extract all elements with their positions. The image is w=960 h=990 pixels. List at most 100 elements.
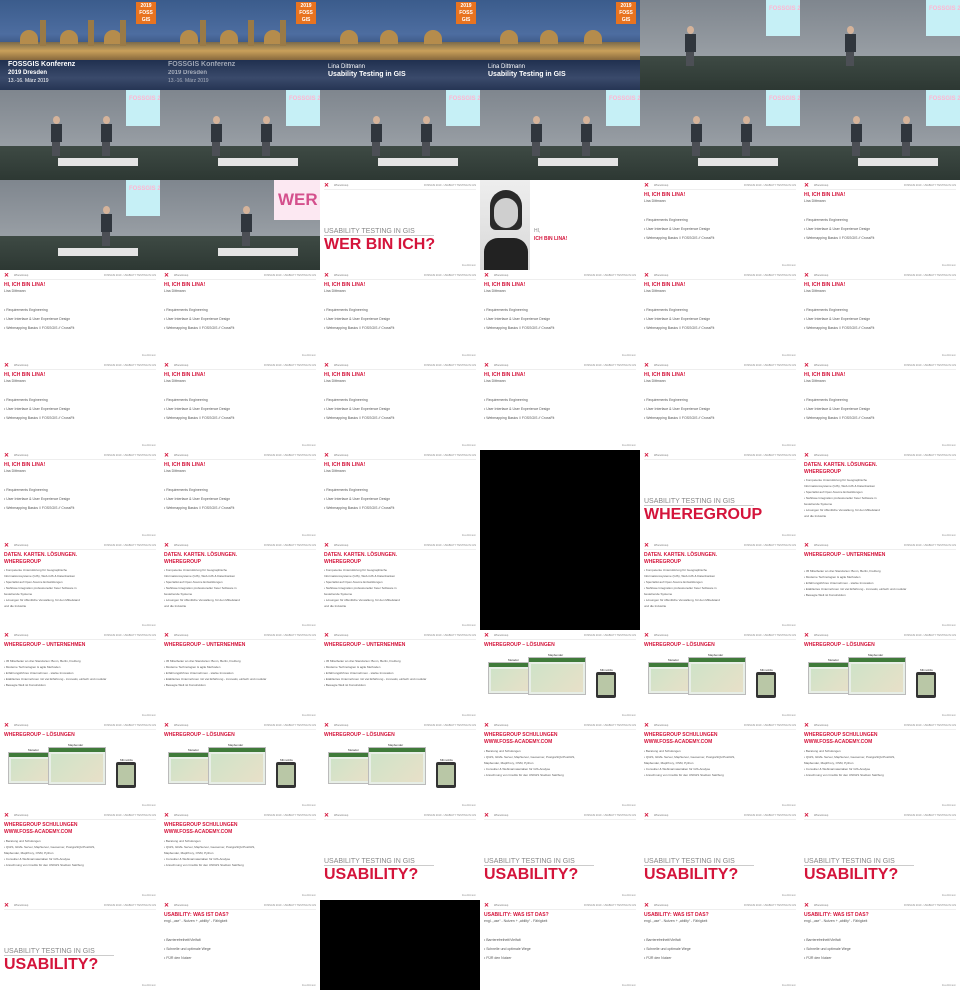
- wheregroup-logo-icon: ✕: [804, 453, 810, 459]
- bullet-3: • FÜR den Nutzer: [804, 956, 832, 960]
- thumbnail-kicker-usability[interactable]: ✕ WhereGroup FOSSGIS 2019 - USABILITY TEST…: [0, 900, 160, 990]
- thumbnail-title-speaker[interactable]: 2019 FOSS GIS Lina Dittmann Usability Testi…: [480, 0, 640, 90]
- bullet-3: • Webmapping Basics // FOSSGIS // CrossF…: [804, 326, 875, 330]
- thumbnail-schulungen[interactable]: ✕ WhereGroup FOSSGIS 2019 - USABILITY TEST…: [800, 720, 960, 810]
- thumbnail-schulungen[interactable]: ✕ WhereGroup FOSSGIS 2019 - USABILITY TEST…: [640, 720, 800, 810]
- header-talk-title: FOSSGIS 2019 - USABILITY TESTING IN GIS: [423, 184, 476, 187]
- thumbnail-blank[interactable]: [320, 900, 480, 990]
- thumbnail-kicker-usability[interactable]: ✕ WhereGroup FOSSGIS 2019 - USABILITY TEST…: [640, 810, 800, 900]
- thumbnail-was-ist-das[interactable]: ✕ WhereGroup FOSSGIS 2019 - USABILITY TEST…: [480, 900, 640, 990]
- thumbnail-hi-lina[interactable]: ✕ WhereGroup FOSSGIS 2019 - USABILITY TEST…: [800, 270, 960, 360]
- thumbnail-title-conf-fade[interactable]: 2019 FOSS GIS FOSSGIS Konferenz 2019 Dresde…: [160, 0, 320, 90]
- thumbnail-daten[interactable]: ✕ WhereGroup FOSSGIS 2019 - USABILITY TEST…: [640, 540, 800, 630]
- speaker-table: [858, 158, 938, 166]
- thumbnail-hi-lina[interactable]: ✕ WhereGroup FOSSGIS 2019 - USABILITY TEST…: [320, 450, 480, 540]
- slide-kicker: USABILITY TESTING IN GIS: [484, 858, 575, 865]
- thumbnail-video-b[interactable]: FOSSGIS 20: [640, 90, 800, 180]
- slide-header: ✕ WhereGroup FOSSGIS 2019 - USABILITY TEST…: [484, 902, 636, 910]
- header-logo-text: WhereGroup: [494, 724, 509, 727]
- person-body: [851, 124, 862, 142]
- thumbnail-video-b[interactable]: FOSSGIS 20: [0, 90, 160, 180]
- thumbnail-unternehmen[interactable]: ✕ WhereGroup FOSSGIS 2019 - USABILITY TEST…: [320, 630, 480, 720]
- thumbnail-kicker-usability[interactable]: ✕ WhereGroup FOSSGIS 2019 - USABILITY TEST…: [320, 810, 480, 900]
- bullet-1: • Requirements Engineering: [4, 488, 48, 492]
- thumbnail-hi-lina[interactable]: ✕ WhereGroup FOSSGIS 2019 - USABILITY TEST…: [320, 360, 480, 450]
- thumbnail-unternehmen[interactable]: ✕ WhereGroup FOSSGIS 2019 - USABILITY TEST…: [160, 630, 320, 720]
- thumbnail-blank[interactable]: [480, 450, 640, 540]
- thumbnail-daten[interactable]: ✕ WhereGroup FOSSGIS 2019 - USABILITY TEST…: [320, 540, 480, 630]
- slide-heading: HI, ICH BIN LINA!: [804, 372, 846, 378]
- thumbnail-title-conf[interactable]: 2019 FOSS GIS FOSSGIS Konferenz 2019 Dresde…: [0, 0, 160, 90]
- slide-header: ✕ WhereGroup FOSSGIS 2019 - USABILITY TEST…: [324, 362, 476, 370]
- thumbnail-hi-lina[interactable]: ✕ WhereGroup FOSSGIS 2019 - USABILITY TEST…: [0, 360, 160, 450]
- thumbnail-loesungen[interactable]: ✕ WhereGroup FOSSGIS 2019 - USABILITY TEST…: [160, 720, 320, 810]
- thumbnail-video-b[interactable]: FOSSGIS 20: [800, 90, 960, 180]
- thumbnail-was-ist-das[interactable]: ✕ WhereGroup FOSSGIS 2019 - USABILITY TEST…: [160, 900, 320, 990]
- thumbnail-video-c[interactable]: FOSSGIS 20: [0, 180, 160, 270]
- person-body: [421, 124, 432, 142]
- thumbnail-video-a[interactable]: FOSSGIS 2019: [800, 0, 960, 90]
- thumbnail-hi-lina[interactable]: ✕ WhereGroup FOSSGIS 2019 - USABILITY TEST…: [800, 360, 960, 450]
- thumbnail-title-speaker[interactable]: 2019 FOSS GIS Lina Dittmann Usability Testi…: [320, 0, 480, 90]
- thumbnail-daten[interactable]: ✕ WhereGroup FOSSGIS 2019 - USABILITY TEST…: [160, 540, 320, 630]
- thumbnail-hi-lina[interactable]: ✕ WhereGroup FOSSGIS 2019 - USABILITY TEST…: [0, 270, 160, 360]
- thumbnail-video-b[interactable]: FOSSGIS 20: [320, 90, 480, 180]
- thumbnail-schulungen[interactable]: ✕ WhereGroup FOSSGIS 2019 - USABILITY TEST…: [160, 810, 320, 900]
- slide-header: ✕ WhereGroup FOSSGIS 2019 - USABILITY TEST…: [644, 272, 796, 280]
- thumbnail-schulungen[interactable]: ✕ WhereGroup FOSSGIS 2019 - USABILITY TEST…: [480, 720, 640, 810]
- thumbnail-kicker-usability[interactable]: ✕ WhereGroup FOSSGIS 2019 - USABILITY TEST…: [480, 810, 640, 900]
- header-logo-text: WhereGroup: [494, 364, 509, 367]
- bullet-3: • Webmapping Basics // FOSSGIS // CrossF…: [484, 416, 555, 420]
- slide-footer: lina.dittmann: [781, 804, 796, 807]
- slide-subheading: WHEREGROUP: [164, 559, 201, 565]
- person-legs: [52, 142, 60, 156]
- thumbnail-kicker-usability[interactable]: ✕ WhereGroup FOSSGIS 2019 - USABILITY TEST…: [800, 810, 960, 900]
- thumbnail-kicker-wer[interactable]: ✕ WhereGroup FOSSGIS 2019 - USABILITY TEST…: [320, 180, 480, 270]
- thumbnail-hi-lina[interactable]: ✕ WhereGroup FOSSGIS 2019 - USABILITY TEST…: [0, 450, 160, 540]
- thumbnail-portrait[interactable]: HI, ICH BIN LINA!: [480, 180, 640, 270]
- thumbnail-video-wer[interactable]: WER: [160, 180, 320, 270]
- thumbnail-daten[interactable]: ✕ WhereGroup FOSSGIS 2019 - USABILITY TEST…: [0, 540, 160, 630]
- thumbnail-hi-lina[interactable]: ✕ WhereGroup FOSSGIS 2019 - USABILITY TEST…: [160, 450, 320, 540]
- thumbnail-hi-lina[interactable]: ✕ WhereGroup FOSSGIS 2019 - USABILITY TEST…: [320, 270, 480, 360]
- thumbnail-loesungen[interactable]: ✕ WhereGroup FOSSGIS 2019 - USABILITY TEST…: [480, 630, 640, 720]
- thumbnail-schulungen[interactable]: ✕ WhereGroup FOSSGIS 2019 - USABILITY TEST…: [0, 810, 160, 900]
- thumbnail-was-ist-das[interactable]: ✕ WhereGroup FOSSGIS 2019 - USABILITY TEST…: [640, 900, 800, 990]
- slide-heading: HI, ICH BIN LINA!: [164, 282, 206, 288]
- slide-header: ✕ WhereGroup FOSSGIS 2019 - USABILITY TEST…: [4, 722, 156, 730]
- thumbnail-daten[interactable]: ✕ WhereGroup FOSSGIS 2019 - USABILITY TEST…: [800, 450, 960, 540]
- speaker-figure: [370, 116, 382, 156]
- thumbnail-loesungen[interactable]: ✕ WhereGroup FOSSGIS 2019 - USABILITY TEST…: [800, 630, 960, 720]
- thumbnail-blank[interactable]: [480, 540, 640, 630]
- bullet-3: • Webmapping Basics // FOSSGIS // CrossF…: [484, 326, 555, 330]
- thumbnail-was-ist-das[interactable]: ✕ WhereGroup FOSSGIS 2019 - USABILITY TEST…: [800, 900, 960, 990]
- slide-footer: lina.dittmann: [301, 894, 316, 897]
- projection-screen: FOSSGIS 2019: [766, 0, 800, 36]
- thumbnail-hi-lina[interactable]: ✕ WhereGroup FOSSGIS 2019 - USABILITY TEST…: [160, 360, 320, 450]
- slide-kicker: USABILITY TESTING IN GIS: [324, 858, 415, 865]
- slide-header: ✕ WhereGroup FOSSGIS 2019 - USABILITY TEST…: [4, 812, 156, 820]
- thumbnail-video-b[interactable]: FOSSGIS 20: [480, 90, 640, 180]
- person-legs: [582, 142, 590, 156]
- projection-screen: FOSSGIS 20: [286, 90, 320, 126]
- thumbnail-hi-lina[interactable]: ✕ WhereGroup FOSSGIS 2019 - USABILITY TEST…: [640, 180, 800, 270]
- thumbnail-hi-lina[interactable]: ✕ WhereGroup FOSSGIS 2019 - USABILITY TEST…: [640, 360, 800, 450]
- thumbnail-hi-lina[interactable]: ✕ WhereGroup FOSSGIS 2019 - USABILITY TEST…: [640, 270, 800, 360]
- map-view: [491, 669, 531, 691]
- slide-footer: lina.dittmann: [941, 534, 956, 537]
- thumbnail-hi-lina[interactable]: ✕ WhereGroup FOSSGIS 2019 - USABILITY TEST…: [480, 360, 640, 450]
- thumbnail-loesungen[interactable]: ✕ WhereGroup FOSSGIS 2019 - USABILITY TEST…: [0, 720, 160, 810]
- thumbnail-kicker-wheregroup[interactable]: ✕ WhereGroup FOSSGIS 2019 - USABILITY TEST…: [640, 450, 800, 540]
- screenshot-mapbender: [368, 747, 426, 785]
- thumbnail-hi-lina[interactable]: ✕ WhereGroup FOSSGIS 2019 - USABILITY TEST…: [800, 180, 960, 270]
- thumbnail-hi-lina[interactable]: ✕ WhereGroup FOSSGIS 2019 - USABILITY TEST…: [160, 270, 320, 360]
- thumbnail-loesungen[interactable]: ✕ WhereGroup FOSSGIS 2019 - USABILITY TEST…: [320, 720, 480, 810]
- thumbnail-video-b[interactable]: FOSSGIS 20: [160, 90, 320, 180]
- thumbnail-loesungen[interactable]: ✕ WhereGroup FOSSGIS 2019 - USABILITY TEST…: [640, 630, 800, 720]
- thumbnail-video-a[interactable]: FOSSGIS 2019: [640, 0, 800, 90]
- slide-heading: USABILITY: WAS IST DAS?: [484, 912, 549, 918]
- header-logo-text: WhereGroup: [14, 454, 29, 457]
- thumbnail-unternehmen[interactable]: ✕ WhereGroup FOSSGIS 2019 - USABILITY TEST…: [0, 630, 160, 720]
- thumbnail-unternehmen[interactable]: ✕ WhereGroup FOSSGIS 2019 - USABILITY TEST…: [800, 540, 960, 630]
- thumbnail-hi-lina[interactable]: ✕ WhereGroup FOSSGIS 2019 - USABILITY TEST…: [480, 270, 640, 360]
